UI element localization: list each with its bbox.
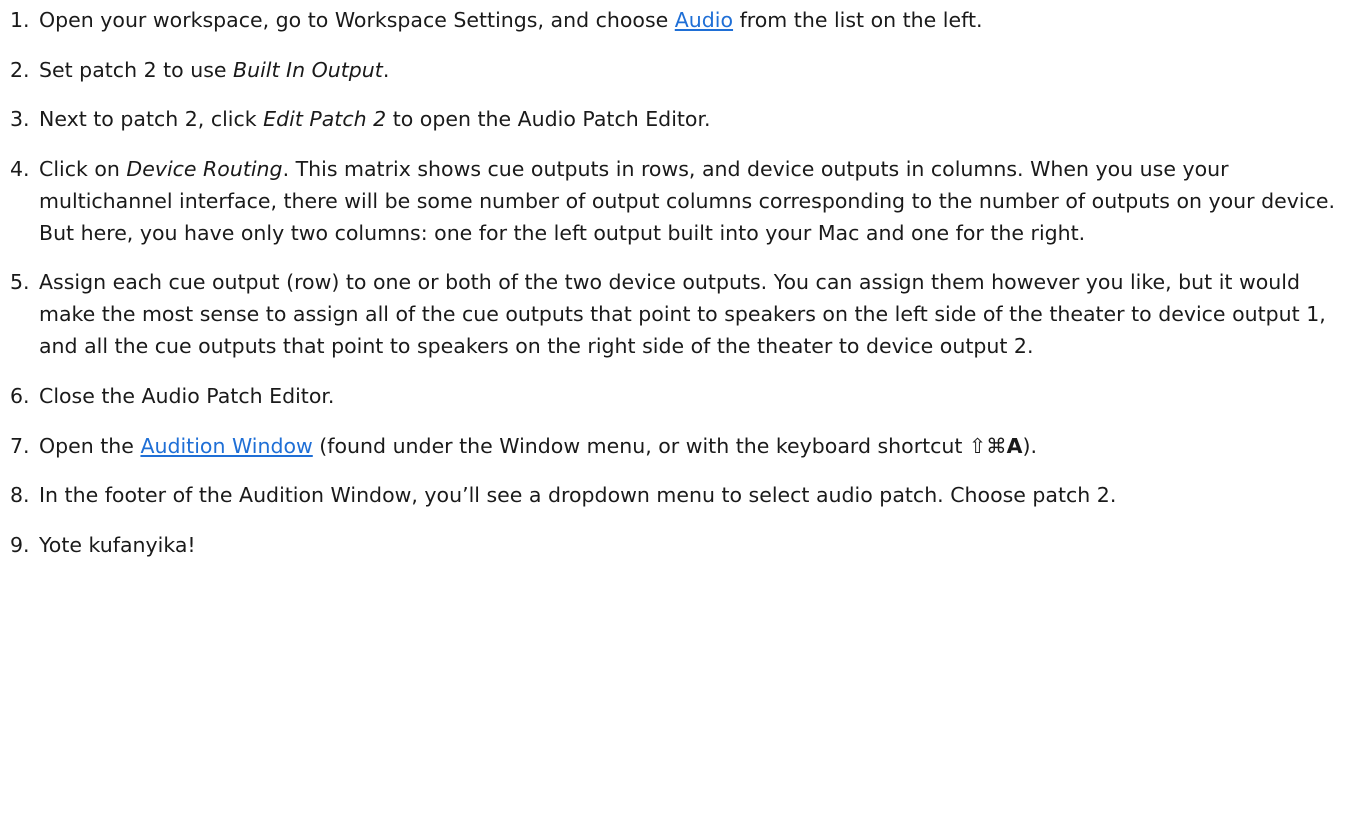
ui-term: Edit Patch 2 — [263, 107, 387, 132]
step-number: 4. — [10, 156, 30, 181]
step-number: 7. — [10, 433, 30, 458]
step-2: 2. Set patch 2 to use Built In Output. — [10, 54, 1362, 86]
step-1: 1. Open your workspace, go to Workspace … — [10, 4, 1362, 36]
step-number: 5. — [10, 270, 30, 295]
step-8: 8. In the footer of the Audition Window,… — [10, 479, 1362, 511]
step-text: Open your workspace, go to Workspace Set… — [39, 8, 675, 32]
audition-window-link[interactable]: Audition Window — [140, 434, 312, 458]
step-text: . — [382, 57, 390, 82]
step-9: 9. Yote kufanyika! — [10, 529, 1362, 561]
step-number: 8. — [10, 483, 30, 508]
step-text: (found under the Window menu, or with th… — [312, 433, 969, 458]
shortcut-key: A — [1006, 433, 1023, 458]
step-text: Click on — [39, 156, 127, 181]
step-number: 9. — [10, 532, 30, 557]
step-number: 6. — [10, 383, 30, 408]
shortcut-modifier-icons: ⇧⌘ — [968, 433, 1007, 458]
step-7: 7. Open the Audition Window (found under… — [10, 430, 1362, 462]
step-text: ). — [1022, 433, 1038, 458]
step-text: from the list on the left. — [733, 8, 983, 32]
step-number: 3. — [10, 107, 30, 132]
step-4: 4. Click on Device Routing. This matrix … — [10, 153, 1362, 249]
step-6: 6. Close the Audio Patch Editor. — [10, 380, 1362, 412]
step-text: Assign each cue output (row) to one or b… — [39, 270, 1326, 359]
ui-term: Built In Output — [233, 57, 383, 82]
step-5: 5. Assign each cue output (row) to one o… — [10, 266, 1362, 362]
audio-settings-link[interactable]: Audio — [675, 8, 733, 32]
step-text: to open the Audio Patch Editor. — [386, 107, 711, 132]
step-number: 1. — [10, 8, 30, 32]
step-text: Yote kufanyika! — [39, 532, 196, 557]
step-text: Set patch 2 to use — [39, 57, 234, 82]
step-text: Next to patch 2, click — [39, 107, 264, 132]
step-text: Close the Audio Patch Editor. — [39, 383, 335, 408]
step-text: Open the — [39, 433, 141, 458]
step-text: In the footer of the Audition Window, yo… — [39, 483, 1117, 508]
ui-term: Device Routing — [126, 156, 283, 181]
step-number: 2. — [10, 57, 30, 82]
steps-list: 1. Open your workspace, go to Workspace … — [10, 4, 1362, 561]
step-3: 3. Next to patch 2, click Edit Patch 2 t… — [10, 103, 1362, 135]
document-body: 1. Open your workspace, go to Workspace … — [0, 0, 1372, 561]
